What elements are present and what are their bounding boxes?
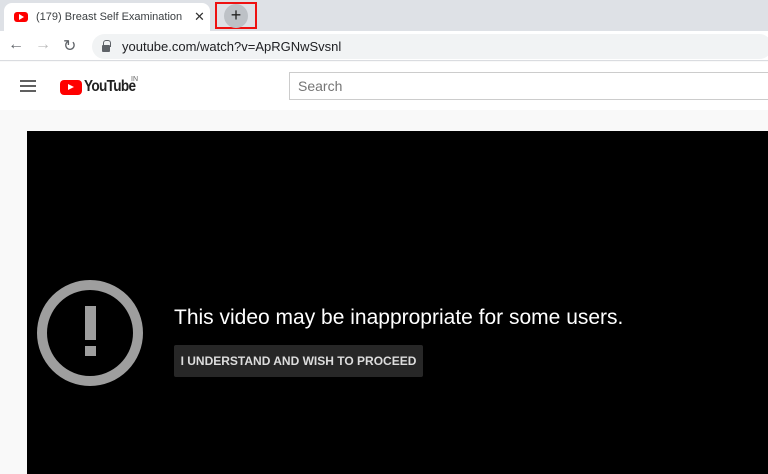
new-tab-button[interactable]: + — [215, 2, 257, 29]
youtube-logo[interactable]: YouTube IN — [60, 76, 144, 96]
youtube-header: YouTube IN — [0, 62, 768, 110]
navigation-bar: ← → ↻ youtube.com/watch?v=ApRGNwSvsnl — [0, 31, 768, 61]
plus-icon: + — [224, 3, 248, 28]
lock-icon — [102, 40, 111, 52]
youtube-play-icon — [60, 79, 82, 95]
tab-title: (179) Breast Self Examination | Nu — [36, 11, 186, 23]
warning-message: This video may be inappropriate for some… — [174, 306, 624, 329]
browser-tab[interactable]: (179) Breast Self Examination | Nu ✕ — [4, 3, 210, 31]
address-bar[interactable]: youtube.com/watch?v=ApRGNwSvsnl — [92, 34, 768, 59]
proceed-button[interactable]: I UNDERSTAND AND WISH TO PROCEED — [174, 345, 423, 377]
logo-text: YouTube — [84, 78, 136, 95]
warning-icon — [37, 280, 143, 386]
video-player: This video may be inappropriate for some… — [27, 131, 768, 474]
back-icon[interactable]: ← — [8, 36, 24, 54]
tab-strip: (179) Breast Self Examination | Nu ✕ + — [0, 0, 768, 31]
url-text: youtube.com/watch?v=ApRGNwSvsnl — [122, 39, 342, 54]
country-code: IN — [131, 76, 138, 83]
reload-icon[interactable]: ↻ — [63, 36, 76, 56]
close-tab-icon[interactable]: ✕ — [194, 9, 205, 25]
search-input[interactable] — [289, 72, 768, 100]
menu-icon[interactable] — [20, 80, 36, 92]
forward-icon[interactable]: → — [35, 36, 51, 54]
youtube-favicon-icon — [14, 12, 28, 22]
